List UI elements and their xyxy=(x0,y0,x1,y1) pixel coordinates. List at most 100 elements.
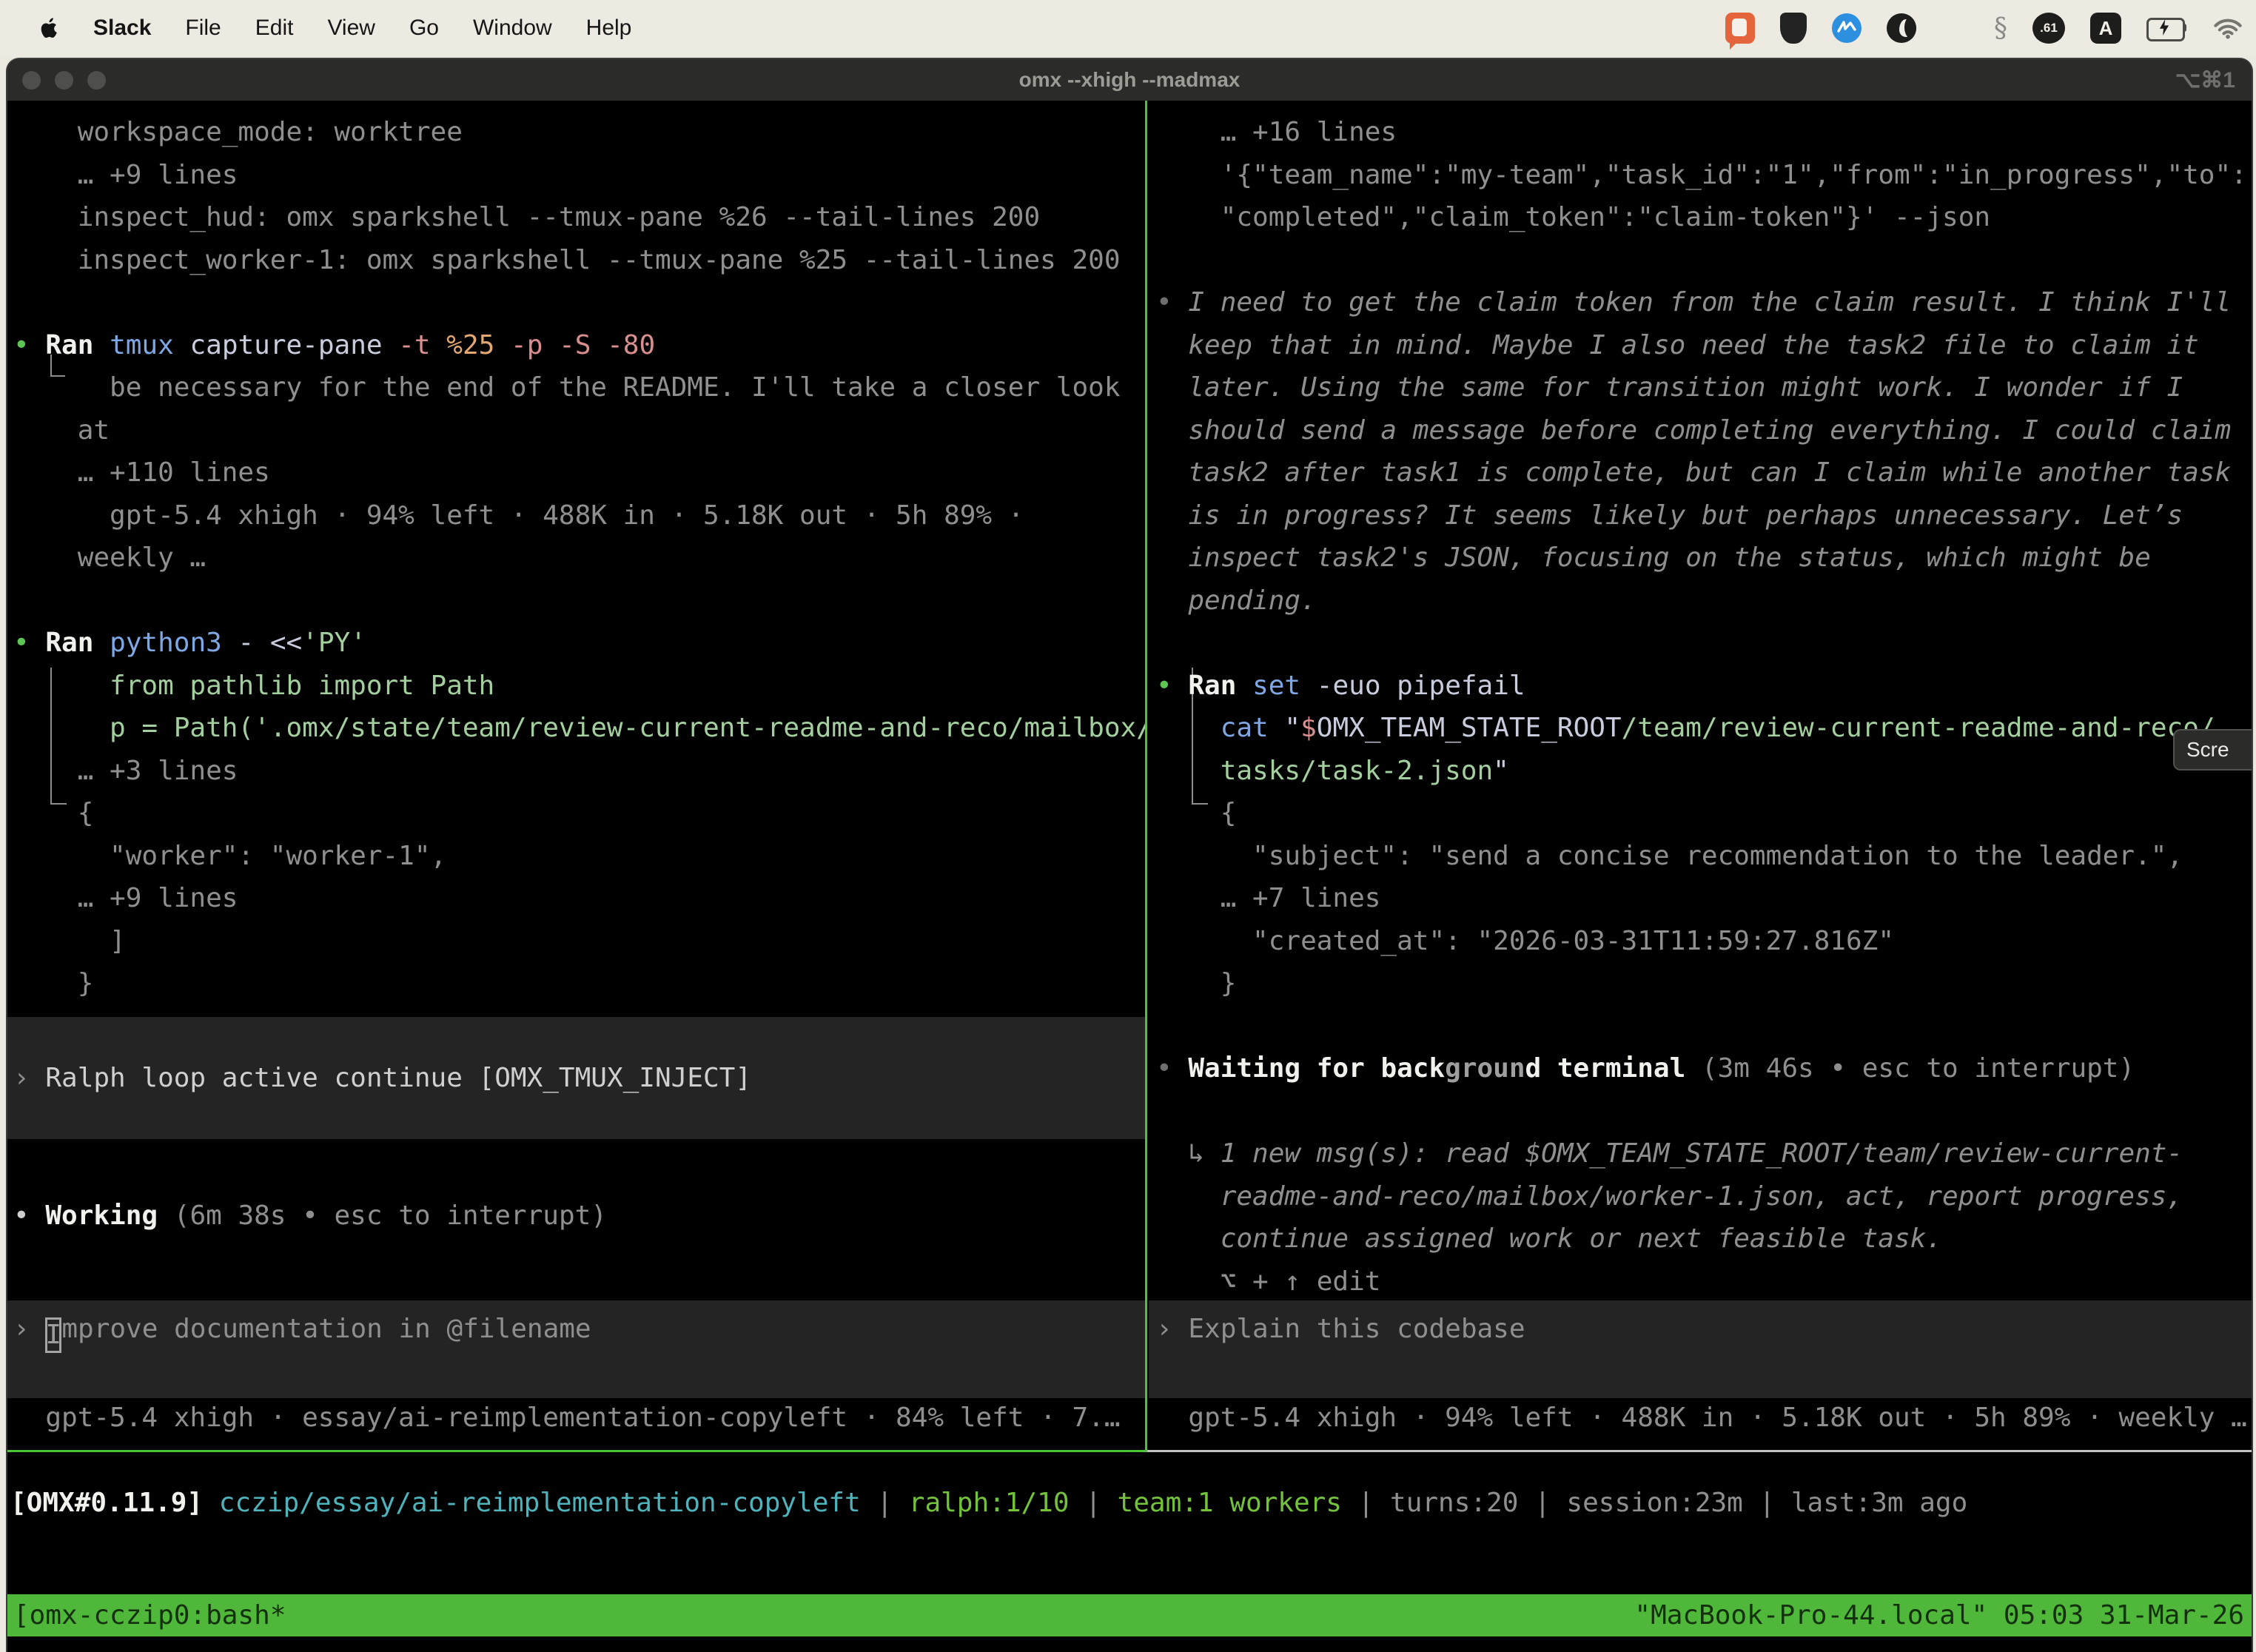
shield-grid-icon[interactable] xyxy=(1780,13,1807,44)
text-segment: • xyxy=(13,1201,45,1231)
terminal-line: pending. xyxy=(1156,580,2252,622)
text-segment: › xyxy=(1156,1314,1188,1344)
window-shortcut-hint: ⌥⌘1 xyxy=(2175,67,2235,93)
omx-status-line: [OMX#0.11.9] cczip/essay/ai-reimplementa… xyxy=(10,1482,1967,1525)
menu-item-window[interactable]: Window xyxy=(473,16,552,40)
menu-item-view[interactable]: View xyxy=(327,16,375,40)
text-segment: Waiting for back xyxy=(1188,1053,1445,1084)
text-segment: python3 xyxy=(110,628,222,658)
terminal-line: p = Path('.omx/state/team/review-current… xyxy=(13,707,1145,750)
left-pane-output: workspace_mode: worktree … +9 lines insp… xyxy=(7,101,1145,1005)
input-source-icon[interactable]: A xyxy=(2090,13,2121,44)
text-segment: " xyxy=(1284,713,1300,743)
text-segment: … +9 lines xyxy=(13,160,238,190)
text-segment: p = Path('.omx/state/team/review-current… xyxy=(13,713,1145,743)
text-segment: I xyxy=(45,1317,61,1353)
text-segment xyxy=(383,330,399,360)
terminal-line: • Ran python3 - <<'PY' xyxy=(13,622,1145,665)
apple-menu-icon[interactable] xyxy=(38,16,61,41)
text-segment: task2 after task1 is complete, but can I… xyxy=(1156,457,2231,488)
text-segment: Ran xyxy=(45,628,93,658)
terminal-line: is in progress? It seems likely but perh… xyxy=(1156,494,2252,537)
terminal-line: tasks/task-2.json" xyxy=(1156,750,2252,793)
close-button[interactable] xyxy=(22,71,41,90)
text-segment: later. Using the same for transition mig… xyxy=(1156,372,2183,403)
tmux-status-bar: [omx-cczip0:bash* "MacBook-Pro-44.local"… xyxy=(7,1594,2252,1636)
text-segment: } xyxy=(1156,968,1236,998)
chat-app-icon[interactable] xyxy=(1725,13,1755,44)
text-segment: Ran xyxy=(1188,671,1236,701)
text-segment: continue assigned work or next feasible … xyxy=(1156,1223,1942,1254)
text-segment: cczip/essay/ai-reimplementation-copyleft xyxy=(219,1488,861,1518)
text-segment: - << xyxy=(222,628,302,658)
text-segment xyxy=(1685,1053,1702,1084)
left-pane: workspace_mode: worktree … +9 lines insp… xyxy=(7,101,1145,1450)
terminal-line: … +9 lines xyxy=(13,154,1145,197)
menu-item-edit[interactable]: Edit xyxy=(255,16,294,40)
text-segment: … +7 lines xyxy=(1156,883,1380,913)
text-segment: I need to get the claim token from the c… xyxy=(1188,287,2231,318)
text-segment: inspect_hud: omx sparkshell --tmux-pane … xyxy=(13,202,1040,232)
dots-grid-icon[interactable] xyxy=(1941,15,1969,42)
text-segment: inspect task2's JSON, focusing on the st… xyxy=(1156,543,2151,573)
menu-item-file[interactable]: File xyxy=(185,16,221,40)
wifi-icon[interactable] xyxy=(2213,16,2243,40)
text-segment: -t xyxy=(398,330,430,360)
text-segment: … +9 lines xyxy=(13,883,238,913)
text-segment: ↳ xyxy=(1156,1138,1221,1169)
text-segment xyxy=(93,628,110,658)
text-segment xyxy=(543,330,559,360)
ticker-61-icon[interactable]: .61 xyxy=(2032,13,2065,44)
text-segment: | xyxy=(861,1488,909,1518)
menu-app-name[interactable]: Slack xyxy=(93,16,151,41)
menu-bar-status-icons: § .61 A xyxy=(1725,13,2256,44)
zoom-button[interactable] xyxy=(87,71,106,90)
terminal-line: … +3 lines xyxy=(13,750,1145,793)
terminal-line xyxy=(1156,622,2252,665)
text-segment: • xyxy=(1156,671,1188,701)
title-bar[interactable]: omx --xhigh --madmax ⌥⌘1 xyxy=(7,59,2252,101)
text-segment: cat xyxy=(1221,713,1269,743)
text-segment: -S xyxy=(559,330,591,360)
text-segment: } xyxy=(13,968,93,998)
terminal-line: gpt-5.4 xhigh · 94% left · 488K in · 5.1… xyxy=(13,494,1145,537)
screen-share-overlay[interactable]: Scre xyxy=(2173,729,2253,770)
text-segment xyxy=(431,330,447,360)
terminal-line: cat "$OMX_TEAM_STATE_ROOT/team/review-cu… xyxy=(1156,707,2252,750)
text-segment: tmux xyxy=(110,330,174,360)
text-segment: | xyxy=(1342,1488,1390,1518)
menu-bar-left: Slack File Edit View Go Window Help xyxy=(0,16,665,41)
text-segment: tasks/task-2.json xyxy=(1221,756,1493,786)
crescent-circle-icon[interactable] xyxy=(1887,13,1916,43)
minimize-button[interactable] xyxy=(55,71,73,90)
right-pane-border xyxy=(1147,1450,2252,1452)
squiggle-icon[interactable]: § xyxy=(1994,13,2007,44)
text-segment: be necessary for the end of the README. … xyxy=(13,372,1121,403)
text-segment: OMX_TEAM_STATE_ROOT xyxy=(1317,713,1622,743)
input-source-letter: A xyxy=(2099,17,2113,40)
terminal-line: "worker": "worker-1", xyxy=(13,835,1145,878)
terminal-line: • I need to get the claim token from the… xyxy=(1156,281,2252,324)
text-segment: [OMX#0.11.9] xyxy=(10,1488,203,1518)
window-title: omx --xhigh --madmax xyxy=(1019,68,1241,92)
text-segment: • xyxy=(1156,1053,1188,1084)
terminal-line: • Ran set -euo pipefail xyxy=(1156,665,2252,708)
screen-share-overlay-label: Scre xyxy=(2186,738,2229,762)
terminal-line: { xyxy=(13,792,1145,835)
prompt-input-left[interactable]: › Improve documentation in @filename xyxy=(7,1300,1145,1398)
prompt-input-right[interactable]: › Explain this codebase xyxy=(1149,1300,2252,1398)
terminal-window: omx --xhigh --madmax ⌥⌘1 workspace_mode:… xyxy=(6,58,2253,1652)
menu-item-help[interactable]: Help xyxy=(586,16,632,40)
tmux-session-label[interactable]: [omx-cczip0:bash* xyxy=(7,1600,286,1631)
terminal-line: inspect_hud: omx sparkshell --tmux-pane … xyxy=(13,196,1145,239)
terminal-content: workspace_mode: worktree … +9 lines insp… xyxy=(7,101,2252,1652)
menu-item-go[interactable]: Go xyxy=(409,16,439,40)
text-segment: pending. xyxy=(1156,585,1317,616)
text-segment: › xyxy=(13,1063,45,1093)
text-segment: %25 xyxy=(446,330,494,360)
pane-divider[interactable] xyxy=(1145,101,1147,1452)
battery-icon[interactable] xyxy=(2146,18,2188,38)
text-segment: weekly … xyxy=(13,543,206,573)
right-pane-status-line: gpt-5.4 xhigh · 94% left · 488K in · 5.1… xyxy=(1156,1397,2247,1440)
blue-bolt-icon[interactable] xyxy=(1832,13,1861,43)
